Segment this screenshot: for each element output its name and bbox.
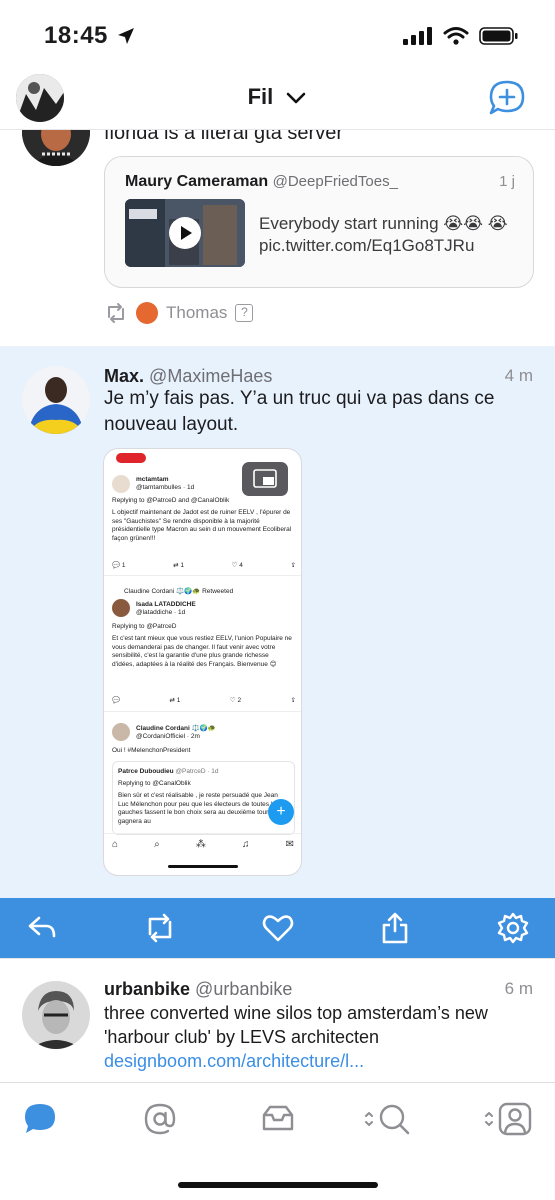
mini-retweeted: Claudine Cordani ⚖️🌍🐢 Retweeted [124,588,234,595]
author-handle: @MaximeHaes [149,366,273,386]
chevron-down-icon [287,92,306,104]
page-title: Fil [247,84,274,109]
mini-handle: @CordaniOfficiel · 2m [136,733,200,740]
quote-handle: @DeepFriedToes_ [272,173,398,190]
settings-icon [497,912,529,944]
tweet-link[interactable]: designboom.com/architecture/l... [104,1051,364,1071]
location-arrow-icon [118,28,134,44]
search-icon [365,1104,410,1135]
mentions-icon [144,1103,176,1135]
mini-tab-bar: ⌂ ⌕ ⁂ ♫ ✉ [112,839,294,850]
settings-button[interactable] [495,910,531,946]
retweeter-avatar [136,302,158,324]
profile-icon [485,1102,532,1136]
avatar[interactable] [22,981,90,1049]
author-name: Max. [104,366,145,386]
tweet-urbanbike[interactable]: urbanbike @urbanbike 6 m three converted… [0,958,555,1082]
tweet-text: three converted wine silos top amsterdam… [104,1001,533,1073]
author-handle: @urbanbike [195,979,293,999]
retweet-icon [148,913,172,943]
tab-mentions[interactable] [140,1099,180,1139]
author-line[interactable]: Max. @MaximeHaes [104,366,272,387]
retweet-icon [108,303,124,323]
reply-button[interactable] [24,910,60,946]
mini-text: Oui ! #MelenchonPresident [112,747,191,754]
mini-handle: @PatrceD · 1d [175,768,219,775]
tweet-time: 6 m [504,979,533,998]
like-button[interactable] [260,910,296,946]
avatar[interactable] [22,366,90,434]
compose-icon [489,80,525,115]
mini-text: Bien sûr et c'est réalisable , je reste … [118,792,280,825]
timeline-icon [25,1104,55,1133]
mini-name: mctamtam [136,476,169,483]
mini-avatar [112,723,130,741]
red-pill [116,453,146,463]
tweet-florida[interactable]: florida is a literal gta server Maury Ca… [0,98,555,346]
wifi-icon [443,27,469,45]
mini-reply: Replying to @PatrceD and @CanalOblik [112,497,230,504]
mini-text: L objectif maintenant de Jadot est de ru… [112,509,292,542]
author-line[interactable]: urbanbike @urbanbike [104,979,292,1000]
video-thumbnail[interactable] [125,199,245,267]
home-indicator [178,1182,378,1188]
share-icon [382,912,408,944]
messages-icon [262,1105,294,1131]
tab-profile[interactable] [484,1099,536,1139]
quote-tweet-card[interactable]: Maury Cameraman @DeepFriedToes_ 1 j Ever… [104,156,534,288]
mini-compose-fab: + [268,799,294,825]
battery-icon [479,27,518,45]
compose-button[interactable] [487,78,527,118]
mini-reply: Replying to @PatrceD [112,623,177,630]
mini-avatar [112,599,130,617]
tweet-text: Je m’y fais pas. Y’a un truc qui va pas … [104,388,495,435]
author-name: urbanbike [104,979,191,999]
mini-handle: @tamtambulles · 1d [136,484,195,491]
signal-icon [403,27,432,45]
reply-icon [28,916,56,938]
mini-text: Et c'est tant mieux que vous restiez EEL… [112,635,292,668]
tab-messages[interactable] [258,1099,298,1139]
retweeter-name: Thomas [166,303,228,322]
mini-actions: 💬 1 ⇄ 1 ♡ 4 ⇪ [112,562,296,569]
mini-reply: Replying to @CanalOblik [118,780,191,787]
status-bar: 18:45 [0,0,555,70]
mini-avatar [112,475,130,493]
quote-time: 1 j [499,173,515,190]
share-button[interactable] [377,910,413,946]
mini-actions: 💬 ⇄ 1 ♡ 2 ⇪ [112,697,296,704]
tweet-action-bar [0,898,555,958]
status-time: 18:45 [44,22,108,49]
pip-icon [242,462,288,496]
quote-text: Everybody start running 😭😭 😭 pic.twitter… [259,214,508,255]
tweet-time: 4 m [504,366,533,385]
unknown-badge-icon: ? [235,304,254,322]
like-icon [262,915,293,942]
tab-timeline[interactable] [20,1099,60,1139]
mini-name: Patrce Duboudieu [118,768,174,775]
mini-name: Claudine Cordani ⚖️🌍🐢 [136,725,216,732]
mini-home-indicator [168,865,238,868]
quote-author[interactable]: Maury Cameraman @DeepFriedToes_ [125,173,398,191]
status-indicators [403,26,519,46]
mini-name: Isada LATADDICHE [136,601,196,608]
retweet-button[interactable] [142,910,178,946]
quote-name: Maury Cameraman [125,173,269,190]
tab-search[interactable] [364,1099,416,1139]
timeline-selector[interactable]: Fil [0,84,555,110]
retweet-attribution[interactable]: Thomas ? [104,300,254,326]
play-icon [169,217,201,249]
attached-image[interactable]: mctamtam @tamtambulles · 1d Replying to … [104,449,301,875]
tweet-body: three converted wine silos top amsterdam… [104,1003,488,1047]
header: Fil [0,70,555,130]
tab-bar [0,1082,555,1200]
mini-handle: @lataddiche · 1d [136,609,186,616]
